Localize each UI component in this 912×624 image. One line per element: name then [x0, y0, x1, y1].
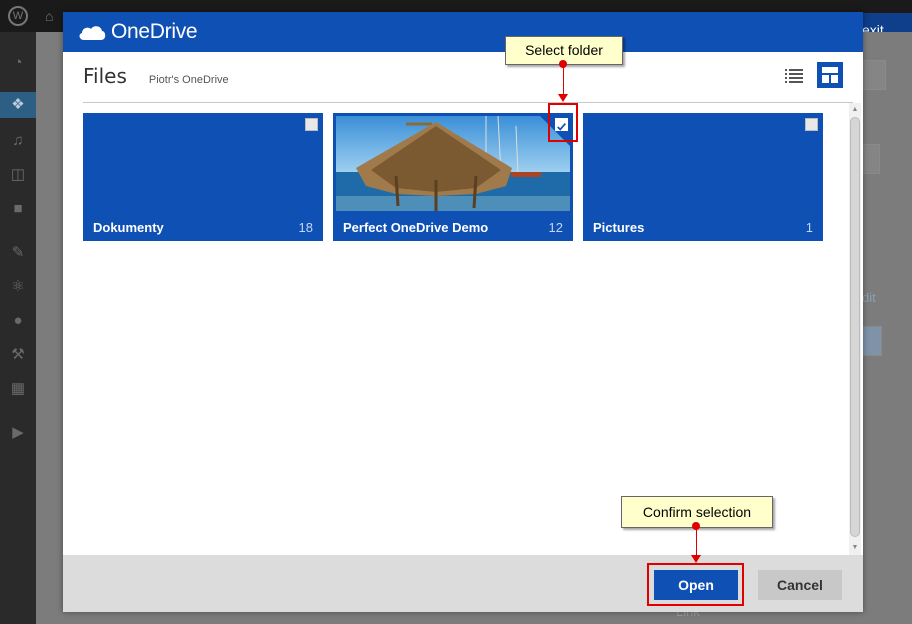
- scroll-up-arrow-icon[interactable]: ▲: [849, 104, 861, 116]
- folder-checkbox[interactable]: [805, 118, 818, 131]
- callout-arrow-line: [563, 66, 564, 95]
- settings-icon[interactable]: ▦: [9, 380, 27, 398]
- users-icon[interactable]: ●: [9, 312, 27, 330]
- page-title: Files: [83, 64, 127, 88]
- folder-item-count: 12: [548, 220, 563, 235]
- tiles-view-icon: [822, 67, 838, 83]
- home-icon[interactable]: ⌂: [45, 8, 53, 24]
- folder-name: Perfect OneDrive Demo: [343, 220, 489, 235]
- scrollbar-thumb[interactable]: [850, 117, 860, 537]
- onedrive-cloud-icon: [79, 26, 106, 40]
- collapse-menu-icon[interactable]: ▶: [9, 424, 27, 442]
- folder-thumbnail-image: [336, 116, 570, 211]
- admin-sidebar: ◔ ❖ ♫ ◫ ■ ✎ ⚛ ● ⚒ ▦ ▶: [0, 32, 36, 624]
- folder-item-count: 1: [805, 220, 813, 235]
- dashboard-icon[interactable]: ◔: [9, 54, 27, 72]
- wordpress-logo-icon[interactable]: W: [8, 6, 28, 26]
- checkbox-highlight: [548, 103, 578, 142]
- folder-checkbox[interactable]: [305, 118, 318, 131]
- comments-icon[interactable]: ■: [9, 200, 27, 218]
- folder-tile[interactable]: Pictures 1: [583, 113, 823, 241]
- list-view-icon[interactable]: [785, 68, 803, 84]
- plugins-icon[interactable]: ⚛: [9, 278, 27, 296]
- cancel-button[interactable]: Cancel: [758, 570, 842, 600]
- folder-tile[interactable]: Dokumenty 18: [83, 113, 323, 241]
- folder-tile-selected[interactable]: Perfect OneDrive Demo 12: [333, 113, 573, 241]
- folder-item-count: 18: [298, 220, 313, 235]
- tiles-view-button[interactable]: [817, 62, 843, 88]
- app-title: OneDrive: [111, 20, 198, 43]
- posts-pin-icon[interactable]: ❖: [0, 92, 36, 118]
- breadcrumb: Files Piotr's OneDrive: [83, 64, 229, 88]
- callout-arrow-icon: [691, 555, 701, 563]
- folder-name: Dokumenty: [93, 220, 164, 235]
- header-divider: [83, 102, 853, 103]
- background-edit-link: dit: [862, 290, 876, 305]
- account-name[interactable]: Piotr's OneDrive: [149, 74, 229, 86]
- pages-icon[interactable]: ◫: [9, 166, 27, 184]
- folder-name: Pictures: [593, 220, 645, 235]
- vertical-scrollbar[interactable]: ▲ ▼: [849, 103, 861, 555]
- media-icon[interactable]: ♫: [9, 132, 27, 150]
- scroll-down-arrow-icon[interactable]: ▼: [849, 542, 861, 554]
- callout-arrow-icon: [558, 94, 568, 102]
- callout-arrow-line: [696, 528, 697, 556]
- folder-grid: Dokumenty 18 Perfect OneDrive Demo 12 Pi…: [83, 113, 823, 241]
- open-button-highlight: [647, 563, 744, 606]
- tools-icon[interactable]: ⚒: [9, 346, 27, 364]
- dialog-header: OneDrive: [63, 12, 863, 52]
- appearance-icon[interactable]: ✎: [9, 244, 27, 262]
